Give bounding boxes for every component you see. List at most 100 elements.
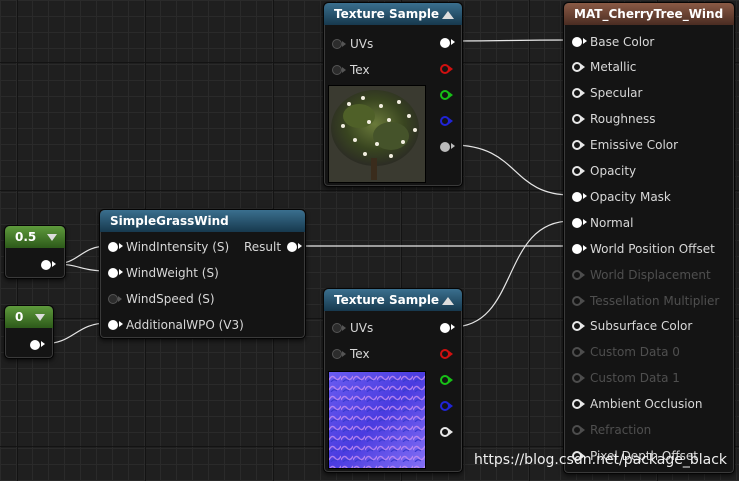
- pin-label: UVs: [350, 320, 374, 335]
- pin-icon[interactable]: [572, 321, 585, 332]
- input-pin-tex[interactable]: Tex: [332, 60, 370, 78]
- wire-opacity-mask: [451, 144, 572, 196]
- pin-label: AdditionalWPO (V3): [126, 317, 244, 332]
- pin-label: Tex: [350, 346, 370, 361]
- pin-icon[interactable]: [572, 88, 585, 99]
- input-pin-uvs[interactable]: UVs: [332, 318, 373, 336]
- wire-normal: [451, 220, 572, 328]
- pin-icon[interactable]: [572, 217, 587, 228]
- material-input-pin[interactable]: Subsurface Color: [572, 317, 692, 335]
- pin-icon: [572, 373, 585, 384]
- material-input-pin[interactable]: Roughness: [572, 110, 655, 128]
- pin-icon[interactable]: [572, 36, 587, 47]
- output-pin[interactable]: [41, 260, 56, 270]
- input-pin-wind-speed[interactable]: WindSpeed (S): [108, 289, 215, 307]
- pin-label: Subsurface Color: [590, 319, 693, 334]
- pin-label: Ambient Occlusion: [590, 397, 703, 412]
- constant-header-b[interactable]: 0: [5, 306, 53, 328]
- pin-icon[interactable]: [332, 322, 346, 333]
- constant-node-a[interactable]: 0.5: [4, 225, 66, 279]
- watermark-text: https://blog.csdn.net/package_black: [474, 452, 728, 468]
- constant-value: 0: [15, 310, 24, 324]
- pin-icon: [572, 425, 585, 435]
- pin-icon[interactable]: [572, 191, 587, 202]
- output-pin-r[interactable]: [440, 349, 453, 359]
- pin-label: Opacity: [590, 164, 637, 178]
- pin-icon[interactable]: [108, 267, 123, 278]
- input-pin-uvs[interactable]: UVs: [332, 34, 373, 52]
- material-result-node[interactable]: MAT_CherryTree_Wind Base Color Metallic Sp…: [563, 2, 735, 474]
- pin-icon[interactable]: [572, 243, 587, 254]
- node-title: MAT_CherryTree_Wind: [574, 7, 724, 21]
- simple-grass-wind-node[interactable]: SimpleGrassWind WindIntensity (S) WindWe…: [99, 209, 306, 339]
- output-pin-a[interactable]: [440, 427, 453, 437]
- pin-label: Custom Data 0: [590, 345, 680, 360]
- pin-icon[interactable]: [332, 64, 346, 75]
- output-pin[interactable]: [30, 340, 45, 350]
- output-pin-result[interactable]: Result: [244, 237, 303, 255]
- pin-icon[interactable]: [572, 166, 585, 176]
- pin-label: UVs: [350, 36, 374, 51]
- texture-sample-node-top[interactable]: Texture Sample UVs Tex: [323, 2, 463, 187]
- pin-icon: [572, 347, 585, 358]
- material-input-pin[interactable]: Opacity: [572, 162, 636, 180]
- output-pin-rgb[interactable]: [440, 323, 455, 333]
- material-input-pin[interactable]: Opacity Mask: [572, 187, 671, 205]
- pin-icon[interactable]: [572, 140, 585, 151]
- input-pin-additional-wpo[interactable]: AdditionalWPO (V3): [108, 315, 244, 333]
- node-title: Texture Sample: [334, 7, 440, 21]
- expand-arrow-icon[interactable]: [35, 314, 45, 321]
- collapse-arrow-icon[interactable]: [442, 297, 454, 305]
- material-input-pin[interactable]: Ambient Occlusion: [572, 395, 702, 413]
- expand-arrow-icon[interactable]: [47, 234, 57, 241]
- pin-label: Custom Data 1: [590, 371, 680, 386]
- material-input-pin: Tessellation Multiplier: [572, 291, 719, 309]
- pin-icon: [572, 295, 585, 306]
- pin-icon[interactable]: [332, 38, 346, 49]
- texture-sample-node-bottom[interactable]: Texture Sample UVs Tex: [323, 288, 463, 473]
- output-pin-a[interactable]: [440, 142, 455, 152]
- texture-sample-header-bottom[interactable]: Texture Sample: [324, 289, 462, 311]
- texture-preview-cherry-tree: [328, 85, 426, 183]
- pin-icon[interactable]: [108, 319, 123, 330]
- texture-sample-header-top[interactable]: Texture Sample: [324, 3, 462, 25]
- pin-icon[interactable]: [572, 114, 585, 125]
- output-pin-g[interactable]: [440, 375, 453, 385]
- input-pin-wind-weight[interactable]: WindWeight (S): [108, 263, 219, 281]
- material-input-pin[interactable]: Base Color: [572, 32, 654, 50]
- output-pin-rgb[interactable]: [440, 38, 455, 48]
- material-input-pin: Refraction: [572, 421, 651, 439]
- pin-icon[interactable]: [572, 62, 585, 73]
- material-input-pin[interactable]: Metallic: [572, 58, 636, 76]
- node-title: SimpleGrassWind: [110, 214, 229, 228]
- output-pin-r[interactable]: [440, 64, 453, 74]
- material-header[interactable]: MAT_CherryTree_Wind: [564, 3, 734, 25]
- texture-preview-normal-map: [328, 371, 426, 469]
- material-input-pin[interactable]: Specular: [572, 84, 642, 102]
- material-input-pin: World Displacement: [572, 265, 711, 283]
- simple-grass-wind-header[interactable]: SimpleGrassWind: [100, 210, 305, 232]
- constant-node-b[interactable]: 0: [4, 305, 54, 359]
- collapse-arrow-icon[interactable]: [442, 11, 454, 19]
- pin-icon[interactable]: [332, 348, 346, 359]
- constant-value: 0.5: [15, 230, 37, 244]
- constant-header-a[interactable]: 0.5: [5, 226, 65, 248]
- pin-icon[interactable]: [287, 241, 303, 252]
- pin-label: WindIntensity (S): [126, 239, 230, 254]
- node-title: Texture Sample: [334, 293, 440, 307]
- material-input-pin[interactable]: Emissive Color: [572, 136, 678, 154]
- output-pin-b[interactable]: [440, 116, 453, 126]
- material-input-pin[interactable]: World Position Offset: [572, 239, 715, 257]
- pin-icon[interactable]: [108, 241, 123, 252]
- input-pin-wind-intensity[interactable]: WindIntensity (S): [108, 237, 229, 255]
- pin-label: World Displacement: [590, 267, 711, 282]
- material-input-pin[interactable]: Normal: [572, 213, 633, 231]
- pin-label: Normal: [590, 215, 634, 230]
- output-pin-g[interactable]: [440, 90, 453, 100]
- pin-icon[interactable]: [108, 293, 122, 304]
- pin-label: Tex: [350, 62, 370, 77]
- output-pin-b[interactable]: [440, 401, 453, 411]
- pin-icon[interactable]: [572, 399, 585, 410]
- input-pin-tex[interactable]: Tex: [332, 344, 370, 362]
- pin-label: Result: [244, 239, 282, 254]
